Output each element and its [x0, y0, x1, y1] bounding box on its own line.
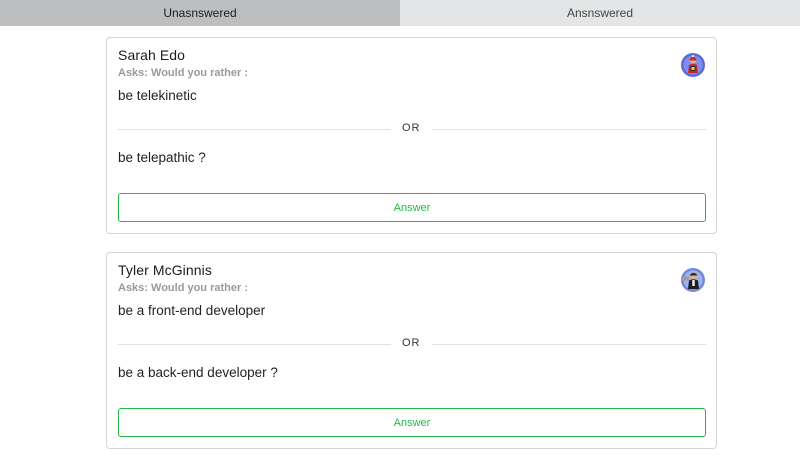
divider-line	[432, 129, 706, 130]
asks-label: Asks: Would you rather :	[118, 67, 248, 79]
asks-label: Asks: Would you rather :	[118, 282, 248, 294]
tab-unanswered[interactable]: Unasnswered	[0, 0, 400, 26]
author-name: Sarah Edo	[118, 47, 186, 63]
option-two: be telepathic ?	[118, 150, 206, 165]
question-tabs: Unasnswered Ansnswered	[0, 0, 800, 26]
or-label: OR	[402, 122, 421, 134]
tab-answered[interactable]: Ansnswered	[400, 0, 800, 26]
question-card: Sarah Edo Asks: Would you rather : be te…	[106, 37, 717, 234]
option-two: be a back-end developer ?	[118, 365, 278, 380]
divider-line	[118, 344, 391, 345]
answer-button[interactable]: Answer	[118, 193, 706, 222]
question-card: Tyler McGinnis Asks: Would you rather : …	[106, 252, 717, 449]
user-avatar-icon	[680, 52, 706, 78]
user-avatar-icon	[680, 267, 706, 293]
or-label: OR	[402, 337, 421, 349]
divider-line	[118, 129, 391, 130]
or-divider: OR	[118, 122, 706, 136]
option-one: be a front-end developer	[118, 303, 266, 318]
author-name: Tyler McGinnis	[118, 262, 212, 278]
or-divider: OR	[118, 337, 706, 351]
answer-button[interactable]: Answer	[118, 408, 706, 437]
divider-line	[432, 344, 706, 345]
option-one: be telekinetic	[118, 88, 197, 103]
